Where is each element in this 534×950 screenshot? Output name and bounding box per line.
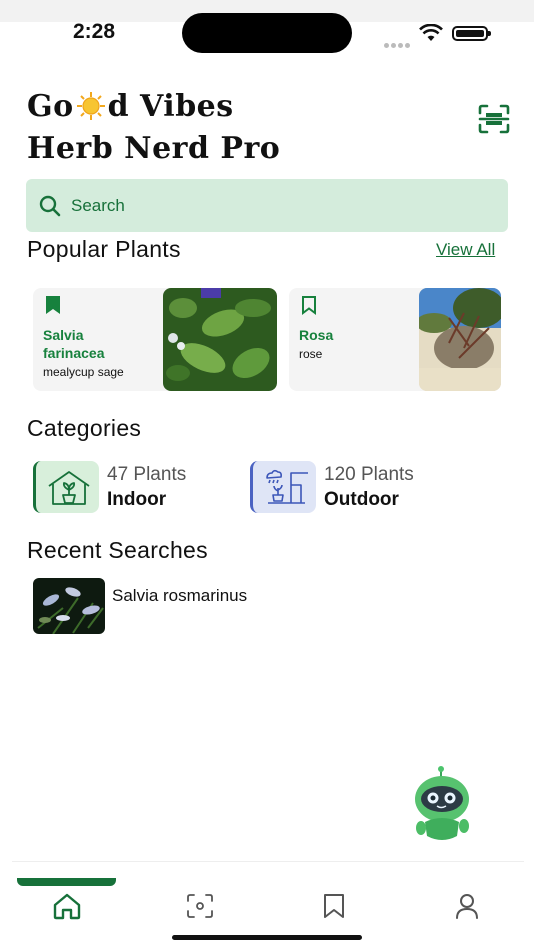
plant-card-salvia-farinacea[interactable]: Salvia farinacea mealycup sage <box>33 288 277 391</box>
home-indicator <box>172 935 362 940</box>
status-time: 2:28 <box>73 20 116 43</box>
tab-home[interactable] <box>49 888 85 924</box>
tab-saved[interactable] <box>316 888 352 924</box>
plant-common-name: rose <box>299 347 323 361</box>
tab-profile[interactable] <box>449 888 485 924</box>
tab-scan[interactable] <box>182 888 218 924</box>
assistant-bot-icon[interactable] <box>411 766 475 844</box>
view-all-link[interactable]: View All <box>436 240 495 260</box>
battery-icon <box>452 26 491 41</box>
popular-plants-title: Popular Plants <box>27 236 181 262</box>
plant-scientific-name: Rosa rose <box>299 327 334 361</box>
category-indoor[interactable]: 47 Plants Indoor <box>33 461 233 513</box>
search-placeholder: Search <box>71 196 125 215</box>
categories-title: Categories <box>27 415 142 441</box>
plant-photo <box>163 288 277 391</box>
category-outdoor[interactable]: 120 Plants Outdoor <box>250 461 470 513</box>
plant-photo <box>419 288 501 391</box>
category-count: 47 Plants <box>107 464 187 485</box>
bookmark-icon <box>324 894 344 918</box>
category-name: Outdoor <box>324 489 399 510</box>
plant-thumbnail <box>33 578 105 634</box>
app-logo-title: Go d Vibes Herb Nerd Pro <box>27 89 281 166</box>
search-icon <box>39 195 61 217</box>
recent-searches-title: Recent Searches <box>27 537 208 563</box>
outdoor-plant-icon <box>250 461 316 513</box>
category-count: 120 Plants <box>324 464 414 485</box>
house-plant-icon <box>33 461 99 513</box>
scan-camera-icon <box>187 894 213 918</box>
sun-icon <box>76 92 105 120</box>
cellular-signal-icon <box>384 35 412 53</box>
dynamic-island <box>182 13 352 53</box>
home-icon <box>53 893 81 920</box>
plant-card-rosa[interactable]: Rosa rose <box>289 288 501 391</box>
profile-icon <box>456 894 478 919</box>
recent-search-item[interactable]: Salvia rosmarinus <box>33 578 333 634</box>
recent-plant-name: Salvia rosmarinus <box>112 586 248 605</box>
plant-scientific-name: Salvia farinacea mealycup sage <box>43 327 124 379</box>
scan-icon[interactable] <box>478 104 510 134</box>
bookmark-outline-icon[interactable] <box>301 295 317 315</box>
category-name: Indoor <box>107 489 167 510</box>
tab-active-indicator <box>17 878 116 886</box>
status-bar: 2:28 <box>0 0 534 62</box>
search-input[interactable]: Search <box>26 179 508 232</box>
bookmark-filled-icon[interactable] <box>45 295 61 315</box>
wifi-icon <box>419 24 443 41</box>
plant-common-name: mealycup sage <box>43 365 124 379</box>
